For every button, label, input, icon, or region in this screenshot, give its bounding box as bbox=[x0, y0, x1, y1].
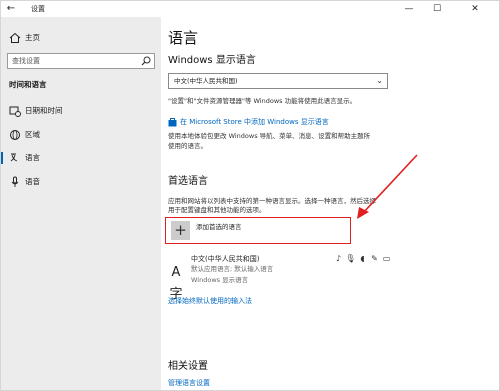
chevron-down-icon: ⌄ bbox=[376, 76, 383, 85]
microphone-icon bbox=[11, 176, 19, 187]
title-bar: ← 设置 — ☐ ✕ bbox=[1, 1, 499, 17]
store-icon bbox=[168, 118, 177, 127]
display-language-icon: ▭ bbox=[382, 254, 391, 263]
store-description-line2: 使用的语言。 bbox=[168, 142, 207, 150]
text-to-speech-icon: ♪ bbox=[335, 254, 342, 263]
dropdown-value: 中文(中华人民共和国) bbox=[174, 77, 238, 85]
maximize-button[interactable]: ☐ bbox=[425, 2, 449, 16]
sidebar-item-label: 主页 bbox=[25, 33, 40, 42]
sidebar: 主页 查找设置 时间和语言 日期和时间 区域 语言 语音 bbox=[1, 17, 161, 390]
sidebar-section-title: 时间和语言 bbox=[9, 80, 47, 89]
input-method-link[interactable]: 选择始终默认使用的输入法 bbox=[168, 296, 252, 306]
sidebar-item-language[interactable]: 语言 bbox=[1, 151, 161, 165]
search-input[interactable]: 查找设置 bbox=[7, 53, 155, 69]
handwriting-icon: ✎ bbox=[371, 254, 378, 263]
preferred-language-display: Windows 显示语言 bbox=[191, 276, 249, 284]
close-button[interactable]: ✕ bbox=[455, 2, 495, 16]
search-placeholder: 查找设置 bbox=[12, 57, 40, 65]
sidebar-item-home[interactable]: 主页 bbox=[1, 31, 161, 45]
sidebar-item-region[interactable]: 区域 bbox=[1, 128, 161, 142]
sidebar-item-speech[interactable]: 语音 bbox=[1, 175, 161, 189]
sidebar-item-label: 区域 bbox=[25, 130, 40, 139]
search-icon bbox=[141, 56, 151, 66]
back-button[interactable]: ← bbox=[4, 2, 18, 16]
sidebar-item-label: 语音 bbox=[25, 177, 40, 186]
display-language-note: "设置"和"文件资源管理器"等 Windows 功能将使用此语言显示。 bbox=[168, 97, 357, 105]
home-icon bbox=[9, 32, 21, 43]
sidebar-item-date-time[interactable]: 日期和时间 bbox=[1, 104, 161, 118]
manage-language-settings-link[interactable]: 管理语言设置 bbox=[168, 378, 210, 388]
language-icon bbox=[10, 153, 18, 162]
preferred-languages-heading: 首选语言 bbox=[168, 176, 208, 187]
preferred-description-line2: 用于配置键盘和其他功能的选项。 bbox=[168, 206, 266, 214]
related-settings-heading: 相关设置 bbox=[168, 361, 208, 372]
preferred-language-defaults: 默认应用语言; 默认输入语言 bbox=[191, 265, 274, 273]
globe-icon bbox=[10, 130, 20, 140]
preferred-language-name[interactable]: 中文(中华人民共和国) bbox=[191, 254, 259, 264]
microphone-icon: 🎙 bbox=[345, 254, 356, 263]
minimize-button[interactable]: — bbox=[397, 2, 421, 16]
display-language-heading: Windows 显示语言 bbox=[168, 55, 256, 66]
plus-icon: + bbox=[171, 221, 190, 240]
speech-icon: ◖ bbox=[360, 254, 365, 263]
language-pack-icon: A字 bbox=[169, 265, 183, 302]
sidebar-item-label: 日期和时间 bbox=[25, 106, 63, 115]
selected-indicator bbox=[1, 152, 3, 164]
calendar-clock-icon bbox=[9, 106, 21, 117]
main-content: 语言 Windows 显示语言 中文(中华人民共和国) ⌄ "设置"和"文件资源… bbox=[161, 17, 499, 390]
store-link[interactable]: 在 Microsoft Store 中添加 Windows 显示语言 bbox=[180, 117, 329, 127]
settings-window: ← 设置 — ☐ ✕ 主页 查找设置 时间和语言 日期和时间 区域 语言 语音 … bbox=[0, 0, 500, 391]
sidebar-item-label: 语言 bbox=[25, 153, 40, 162]
page-title: 语言 bbox=[168, 29, 199, 47]
add-preferred-language-button[interactable]: + 添加首选的语言 bbox=[165, 217, 351, 244]
display-language-dropdown[interactable]: 中文(中华人民共和国) ⌄ bbox=[168, 73, 388, 89]
window-title: 设置 bbox=[31, 5, 45, 13]
add-language-label: 添加首选的语言 bbox=[196, 223, 242, 231]
store-description-line1: 使用本地体验包更改 Windows 导航、菜单、消息、设置和帮助主题所 bbox=[168, 132, 371, 140]
